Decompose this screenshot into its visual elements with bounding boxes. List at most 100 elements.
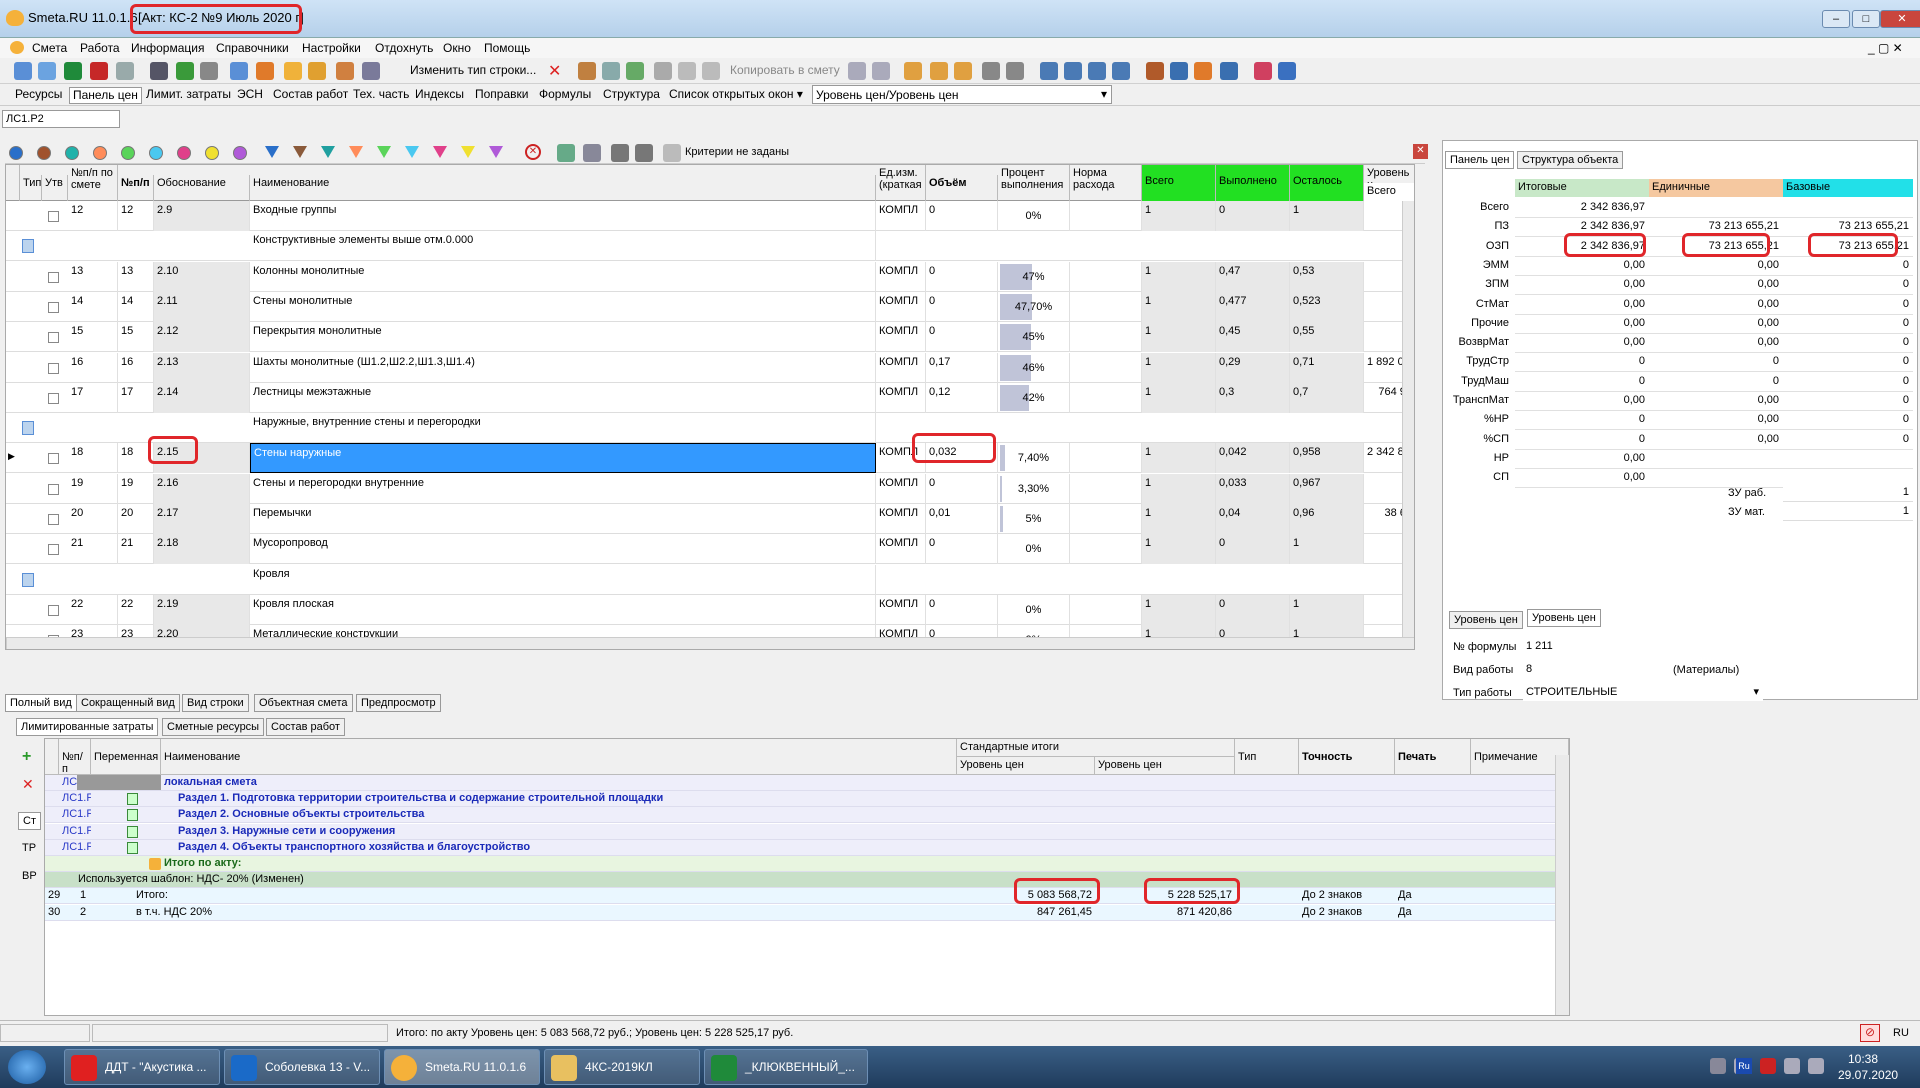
tab-price-level-1[interactable]: Уровень цен [1449,611,1523,629]
new-doc-icon[interactable] [14,62,32,80]
menu-spravochniki[interactable]: Справочники [216,41,289,55]
price-value[interactable]: 0 [1783,278,1913,296]
zu-mat-value[interactable]: 1 [1783,505,1913,521]
col-approved[interactable]: Утв [42,175,68,201]
collapse-icon[interactable] [635,144,653,162]
price-value[interactable]: 0 [1515,355,1649,373]
price-value[interactable]: 0 [1783,432,1913,450]
cell-justification[interactable]: 2.17 [154,504,250,534]
cell-num-estimate[interactable]: 19 [68,473,118,504]
cell-print[interactable]: Да [1395,905,1471,921]
color-filter-cyan-icon[interactable] [149,146,163,160]
col-type[interactable]: Тип [20,175,42,201]
table-row[interactable]: 12 12 2.9 Входные группы КОМПЛ 0 0% 1 0 1 [6,201,1414,231]
bcol-price-level-2[interactable]: Уровень цен [1095,757,1235,775]
limit-row[interactable]: Используется шаблон: НДС- 20% (Изменен) [45,872,1569,889]
col-justification[interactable]: Обоснование [154,175,250,201]
menu-pomoshch[interactable]: Помощь [484,41,530,55]
no-sign-icon[interactable]: ⊘ [1860,1024,1880,1042]
menu-smeta[interactable]: Смета [32,41,67,55]
cell-done[interactable]: 0 [1216,594,1290,625]
cell-total[interactable]: 1 [1142,443,1216,474]
menu-okno[interactable]: Окно [443,41,471,55]
tray-icon-5[interactable] [1808,1058,1824,1074]
cell-num[interactable]: 21 [118,534,154,565]
cell-remaining[interactable]: 0,55 [1290,322,1364,353]
expand-icon[interactable] [611,144,629,162]
col-num-estimate[interactable]: №п/п по смете [68,165,118,201]
table-row[interactable]: 22 22 2.19 Кровля плоская КОМПЛ 0 0% 1 0 1 [6,594,1414,625]
cell-justification[interactable]: 2.10 [154,261,250,292]
cell-volume[interactable]: 0 [926,261,998,292]
table-row[interactable]: 19 19 2.16 Стены и перегородки внутренние КО… [6,473,1414,504]
cell-num-a[interactable]: 29 [45,888,77,904]
group-name[interactable]: Кровля [250,564,876,595]
table-row[interactable]: 13 13 2.10 Колонны монолитные КОМПЛ 0 47% 1 0,47… [6,261,1414,292]
tray-icon-3[interactable] [1760,1058,1776,1074]
truck-icon[interactable] [1170,62,1188,80]
cell-norm[interactable] [1070,534,1142,565]
cell-variable[interactable]: ЛС1.Р1 [59,791,91,807]
side-tab-vr[interactable]: ВР [22,870,37,882]
price-value[interactable] [1783,451,1913,469]
pdf-icon[interactable] [90,62,108,80]
bcol-name[interactable]: Наименование [161,739,957,775]
tab-esn[interactable]: ЭСН [234,87,266,104]
cell-remaining[interactable]: 0,71 [1290,352,1364,383]
col-remaining[interactable]: Осталось [1290,165,1364,201]
cell-total[interactable]: 1 [1142,382,1216,413]
price-value[interactable]: 0,00 [1649,413,1783,431]
cell-justification[interactable]: 2.12 [154,322,250,353]
tab-price-level-2[interactable]: Уровень цен [1527,609,1601,627]
cell-volume[interactable]: 0 [926,201,998,231]
funnel-blue-icon[interactable] [265,146,279,158]
cell-precision[interactable]: До 2 знаков [1299,888,1395,904]
report-icon-2[interactable] [930,62,948,80]
cell-percent[interactable]: 5% [998,504,1070,534]
cell-done[interactable]: 0,033 [1216,473,1290,504]
view-tab-full[interactable]: Полный вид [5,694,77,712]
cell-norm[interactable] [1070,291,1142,322]
cell-name[interactable]: в т.ч. НДС 20% [133,905,913,921]
open-doc-icon[interactable] [38,62,56,80]
price-value[interactable]: 0 [1649,374,1783,392]
cell-unit[interactable]: КОМПЛ [876,382,926,413]
price-value[interactable]: 0,00 [1515,258,1649,276]
approve-checkbox[interactable] [48,544,59,556]
group-row[interactable]: Конструктивные элементы выше отм.0.000 [6,231,1414,262]
col-num[interactable]: №п/п [118,175,154,201]
price-value[interactable]: 2 342 836,97 [1515,201,1649,218]
cell-done[interactable]: 0 [1216,201,1290,231]
cell-done[interactable]: 0,3 [1216,382,1290,413]
price-value[interactable]: 0,00 [1649,297,1783,315]
table-row[interactable]: 17 17 2.14 Лестницы межэтажные КОМПЛ 0,12 42% 1… [6,382,1414,413]
cell-justification[interactable]: 2.18 [154,534,250,565]
col-price-level-total[interactable]: Всего [1364,183,1414,201]
funnel-yellow-icon[interactable] [461,146,475,158]
cell-norm[interactable] [1070,443,1142,474]
view-tab-preview[interactable]: Предпросмотр [356,694,441,712]
bottom-vscroll[interactable] [1555,755,1569,1015]
cell-percent[interactable]: 46% [998,352,1070,383]
color-filter-blue-icon[interactable] [9,146,23,160]
tab-indeksy[interactable]: Индексы [412,87,467,104]
minimize-button[interactable]: – [1822,10,1850,28]
tab-limited-costs[interactable]: Лимитированные затраты [16,718,159,736]
cell-volume[interactable]: 0 [926,534,998,565]
car-icon[interactable] [1220,62,1238,80]
price-value[interactable]: 0,00 [1649,258,1783,276]
funnel-pink-icon[interactable] [433,146,447,158]
cell-unit[interactable]: КОМПЛ [876,594,926,625]
indent-icon-3[interactable] [1088,62,1106,80]
limit-row[interactable]: ЛС1.Р4 Раздел 4. Объекты транспортного хо… [45,839,1569,856]
cell-done[interactable]: 0,477 [1216,291,1290,322]
group-row[interactable]: Кровля [6,564,1414,595]
price-value[interactable]: 0 [1783,413,1913,431]
cell-done[interactable]: 0,45 [1216,322,1290,353]
cell-volume[interactable]: 0,17 [926,352,998,383]
cell-name[interactable]: Колонны монолитные [250,261,876,292]
refresh-icon[interactable] [176,62,194,80]
cell-percent[interactable]: 45% [998,322,1070,353]
formula-field[interactable]: 1 211 [1523,639,1663,655]
cell-norm[interactable] [1070,594,1142,625]
